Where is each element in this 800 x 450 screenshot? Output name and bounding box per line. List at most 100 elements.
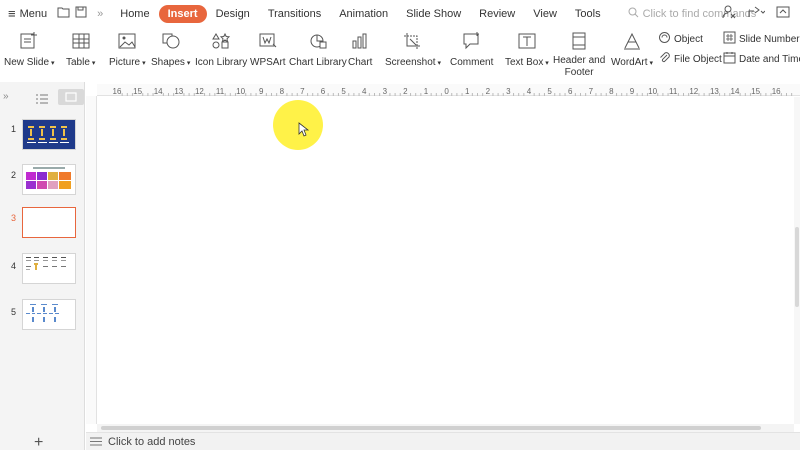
chart-icon — [349, 30, 371, 52]
ruler-tick-label: 12 — [689, 87, 698, 96]
ruler-tick-label: 10 — [236, 87, 245, 96]
wordart-icon — [621, 30, 643, 52]
ruler-tick-label: 1 — [465, 87, 470, 96]
slide-thumbnail-3[interactable] — [22, 207, 76, 238]
new-slide-button[interactable]: New Slide ▾ — [4, 27, 55, 68]
picture-icon — [116, 30, 138, 52]
table-button[interactable]: Table ▾ — [66, 27, 95, 68]
slide-canvas[interactable] — [97, 97, 794, 424]
new-slide-icon — [18, 30, 40, 52]
shapes-button[interactable]: Shapes ▾ — [151, 27, 190, 68]
ruler-tick-label: 6 — [568, 87, 573, 96]
wordart-button[interactable]: WordArt ▾ — [611, 27, 653, 68]
chart-button[interactable]: Chart — [348, 27, 372, 68]
shapes-label: Shapes — [151, 57, 185, 68]
tab-transitions[interactable]: Transitions — [259, 5, 330, 23]
wpsart-icon — [257, 30, 279, 52]
date-time-button[interactable]: Date and Time — [723, 51, 800, 67]
slide-number-label: Slide Number — [739, 33, 800, 45]
slide-number-4: 4 — [11, 261, 17, 271]
ruler-tick-label: 14 — [154, 87, 163, 96]
header-footer-label-1: Header and — [553, 55, 606, 66]
ruler-tick-label: 16 — [113, 87, 122, 96]
slide-number-5: 5 — [11, 307, 17, 317]
ruler-tick-label: 3 — [506, 87, 511, 96]
date-time-label: Date and Time — [739, 53, 800, 65]
share-icon[interactable] — [747, 5, 766, 22]
picture-label: Picture — [109, 57, 141, 68]
ruler-tick-label: 15 — [751, 87, 760, 96]
ruler-tick-label: 11 — [216, 87, 225, 96]
comment-button[interactable]: Comment — [450, 27, 493, 68]
ruler-tick-label: 7 — [589, 87, 594, 96]
new-slide-label: New Slide — [4, 57, 50, 68]
ruler-tick-label: 8 — [280, 87, 285, 96]
icon-library-label: Icon Library — [195, 57, 248, 68]
ruler-tick-label: 2 — [486, 87, 491, 96]
paperclip-icon — [658, 51, 671, 67]
open-folder-icon[interactable] — [57, 6, 71, 21]
header-footer-button[interactable]: Header and Footer — [553, 27, 605, 79]
calendar-icon — [723, 51, 736, 67]
header-footer-label-2: Footer — [564, 67, 594, 78]
ruler-tick-label: 4 — [527, 87, 532, 96]
slide-thumbnail-4[interactable] — [22, 253, 76, 284]
ruler-tick-label: 15 — [133, 87, 142, 96]
tab-view[interactable]: View — [524, 5, 566, 23]
icon-library-button[interactable]: Icon Library — [195, 27, 247, 68]
ruler-tick-label: 3 — [383, 87, 388, 96]
ruler-tick-label: 0 — [444, 87, 449, 96]
tab-tools[interactable]: Tools — [566, 5, 610, 23]
quick-access-toolbar: » — [57, 6, 103, 21]
slide-number-1: 1 — [11, 124, 17, 134]
text-box-button[interactable]: Text Box ▾ — [505, 27, 549, 68]
hamburger-icon: ≡ — [8, 6, 16, 21]
chart-library-button[interactable]: Chart Library — [289, 27, 347, 68]
screenshot-label: Screenshot — [385, 57, 436, 68]
tab-design[interactable]: Design — [207, 5, 259, 23]
wpsart-button[interactable]: WPSArt — [250, 27, 286, 68]
more-chevron-icon[interactable]: » — [97, 8, 103, 20]
vertical-scrollbar[interactable] — [794, 97, 800, 424]
expand-panel-icon[interactable]: » — [3, 91, 9, 102]
menu-button[interactable]: ≡ Menu — [8, 7, 47, 20]
picture-button[interactable]: Picture ▾ — [109, 27, 146, 68]
ruler-tick-label: 9 — [630, 87, 635, 96]
horizontal-ruler: 16 15 14 13 12 11 10 9 8 7 6 5 4 3 2 1 0 1 2 3 4 5 6 7 8 9 10 11 12 1… — [97, 84, 800, 96]
ruler-tick-label: 9 — [259, 87, 264, 96]
file-object-label: File Object — [674, 53, 722, 65]
tab-animation[interactable]: Animation — [330, 5, 397, 23]
object-button[interactable]: Object — [658, 31, 703, 47]
tab-slide-show[interactable]: Slide Show — [397, 5, 470, 23]
slide-number-button[interactable]: Slide Number — [723, 31, 800, 47]
slide-thumbnail-1[interactable] — [22, 119, 76, 150]
ruler-tick-label: 4 — [362, 87, 367, 96]
shapes-icon — [160, 30, 182, 52]
notes-bar[interactable]: Click to add notes — [86, 432, 800, 450]
screenshot-button[interactable]: Screenshot ▾ — [385, 27, 441, 68]
save-icon[interactable] — [75, 6, 87, 21]
hash-icon — [723, 31, 736, 47]
tab-review[interactable]: Review — [470, 5, 524, 23]
tab-home[interactable]: Home — [111, 5, 158, 23]
add-slide-icon[interactable]: + — [34, 434, 43, 450]
object-label: Object — [674, 33, 703, 45]
comment-icon — [461, 30, 483, 52]
notes-placeholder: Click to add notes — [108, 435, 196, 448]
presentation-window: ≡ Menu » Home Insert Design Transitions Anim… — [0, 0, 800, 450]
share-user-icon[interactable] — [722, 5, 736, 22]
ruler-tick-label: 11 — [669, 87, 678, 96]
ruler-tick-label: 8 — [609, 87, 614, 96]
thumbnail-view-icon[interactable] — [58, 89, 84, 105]
slide-thumbnail-2[interactable] — [22, 164, 76, 195]
file-object-button[interactable]: File Object — [658, 51, 722, 67]
ruler-tick-label: 7 — [300, 87, 305, 96]
collapse-ribbon-icon[interactable] — [776, 5, 790, 22]
slide-thumbnail-5[interactable] — [22, 299, 76, 330]
ruler-tick-label: 16 — [772, 87, 781, 96]
horizontal-scrollbar[interactable] — [97, 424, 794, 432]
outline-view-icon[interactable] — [35, 92, 48, 104]
header-footer-icon — [568, 30, 590, 52]
ruler-tick-label: 5 — [547, 87, 552, 96]
tab-insert[interactable]: Insert — [158, 4, 207, 23]
